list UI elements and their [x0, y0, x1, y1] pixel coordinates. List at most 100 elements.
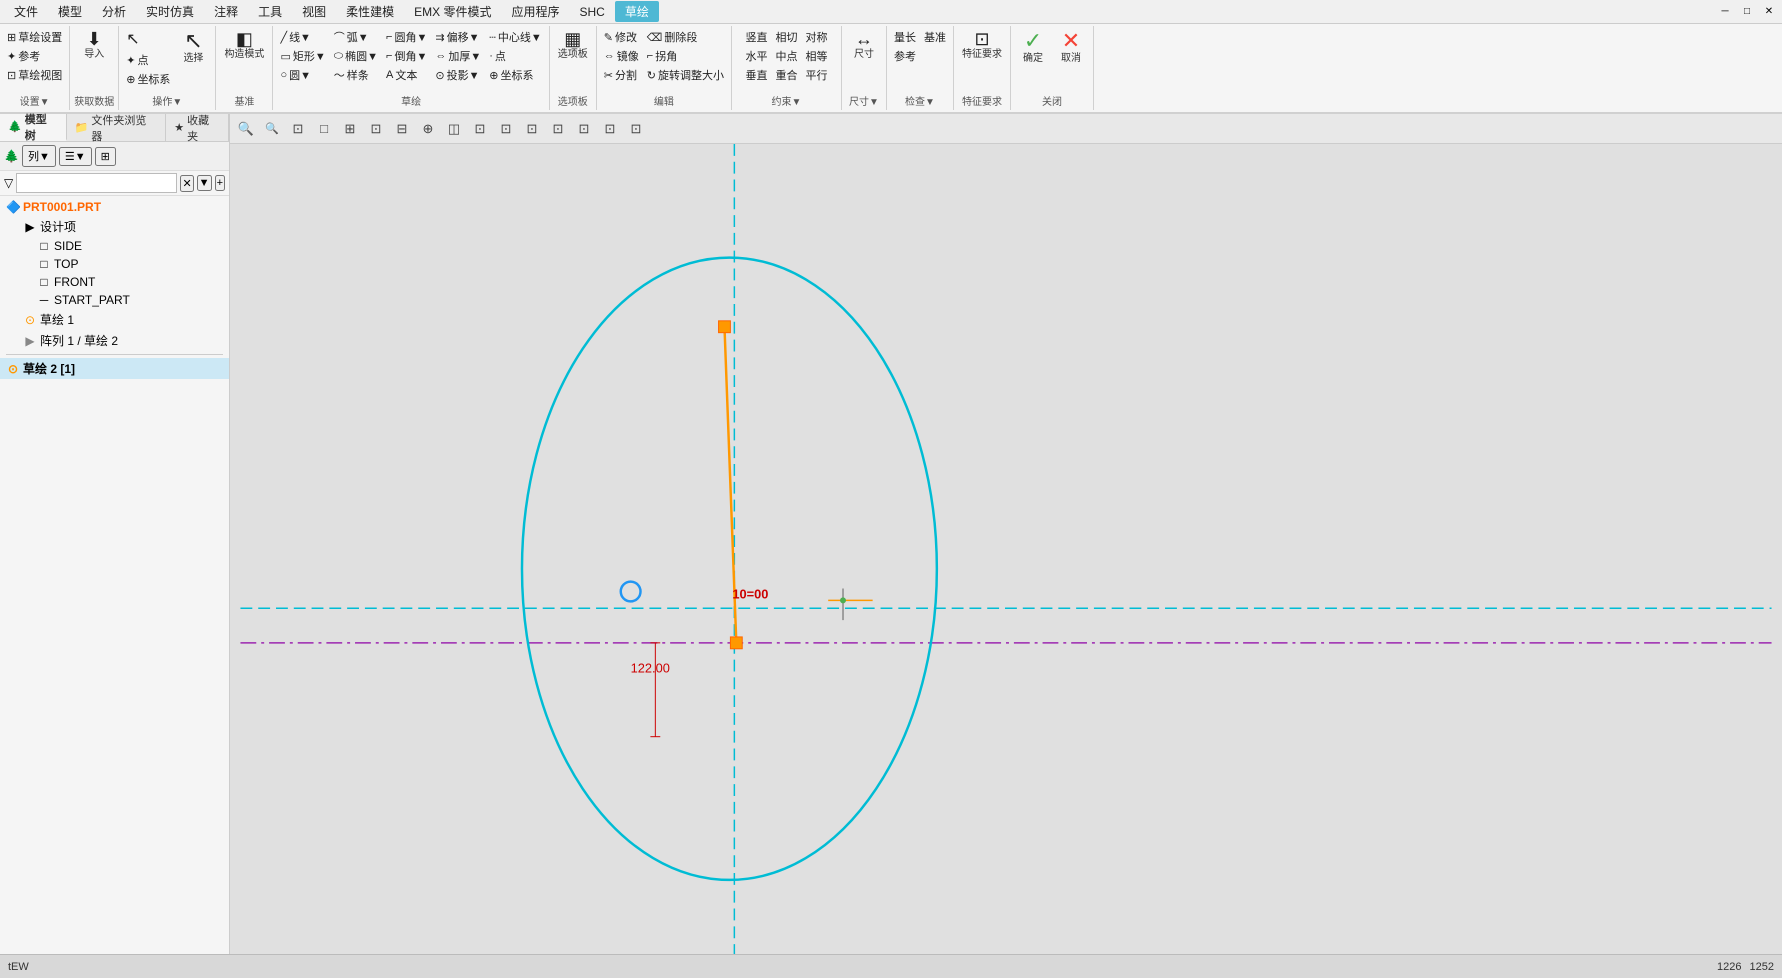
maximize-button[interactable]: □	[1738, 3, 1756, 21]
zoom-out-button[interactable]: 🔍	[260, 118, 284, 140]
btn-reference[interactable]: ✦ 参考	[4, 47, 65, 65]
btn-offset[interactable]: ⇉ 偏移▼	[432, 28, 484, 46]
tree-item-prt[interactable]: 🔷 PRT0001.PRT	[0, 198, 229, 216]
btn-sketch-settings[interactable]: ⊞ 草绘设置	[4, 28, 65, 46]
btn-point2[interactable]: · 点	[486, 47, 545, 65]
btn-select[interactable]: ↖ 选择	[175, 28, 211, 67]
menu-tools[interactable]: 工具	[248, 1, 292, 22]
btn-measure-length[interactable]: 量长	[891, 28, 919, 46]
view9-button[interactable]: ⊡	[494, 118, 518, 140]
btn-vertical[interactable]: 竖直	[742, 28, 770, 46]
btn-horizontal[interactable]: 水平	[742, 47, 770, 65]
menu-flex[interactable]: 柔性建模	[336, 1, 404, 22]
view6-button[interactable]: ⊕	[416, 118, 440, 140]
btn-fillet[interactable]: ⌐ 圆角▼	[383, 28, 430, 46]
view14-button[interactable]: ⊡	[624, 118, 648, 140]
tab-file-browser[interactable]: 📁 文件夹浏览器	[67, 114, 167, 141]
btn-select-arrow[interactable]: ↖	[123, 28, 173, 50]
btn-mirror[interactable]: ⇔ 镜像	[601, 47, 642, 65]
btn-dimension[interactable]: ↔ 尺寸	[846, 28, 882, 63]
btn-circle[interactable]: ○ 圆▼	[277, 66, 328, 84]
btn-sketch-view[interactable]: ⊡ 草绘视图	[4, 66, 65, 84]
btn-point[interactable]: ✦ 点	[123, 51, 173, 69]
menu-simulation[interactable]: 实时仿真	[136, 1, 204, 22]
menu-analysis[interactable]: 分析	[92, 1, 136, 22]
btn-import[interactable]: ⬇ 导入	[76, 28, 112, 63]
btn-symmetric[interactable]: 对称	[802, 28, 830, 46]
tree-expand-button[interactable]: ⊞	[95, 147, 116, 166]
tree-item-sketch2[interactable]: ⊙ 草绘 2 [1]	[0, 358, 229, 379]
tree-view-button[interactable]: ☰▼	[59, 147, 92, 166]
view12-button[interactable]: ⊡	[572, 118, 596, 140]
btn-cancel[interactable]: ✕ 取消	[1053, 28, 1089, 67]
menu-apps[interactable]: 应用程序	[501, 1, 569, 22]
btn-chamfer[interactable]: ⌐ 倒角▼	[383, 47, 430, 65]
view13-button[interactable]: ⊡	[598, 118, 622, 140]
tree-item-side[interactable]: □ SIDE	[0, 237, 229, 255]
view4-button[interactable]: ⊡	[364, 118, 388, 140]
filter-add-button[interactable]: ▼	[197, 175, 212, 191]
view8-button[interactable]: ⊡	[468, 118, 492, 140]
btn-perpendicular[interactable]: 垂直	[742, 66, 770, 84]
tree-item-top[interactable]: □ TOP	[0, 255, 229, 273]
btn-rotate-resize[interactable]: ↻ 旋转调整大小	[644, 66, 727, 84]
btn-reference2[interactable]: 参考	[891, 47, 919, 65]
btn-confirm[interactable]: ✓ 确定	[1015, 28, 1051, 67]
btn-parallel[interactable]: 平行	[802, 66, 830, 84]
btn-datum2[interactable]: 基准	[921, 28, 949, 46]
tree-item-array[interactable]: ▶ 阵列 1 / 草绘 2	[0, 330, 229, 351]
view3-button[interactable]: ⊞	[338, 118, 362, 140]
btn-feature-requirements[interactable]: ⊡ 特征要求	[958, 28, 1006, 63]
view10-button[interactable]: ⊡	[520, 118, 544, 140]
menu-view[interactable]: 视图	[292, 1, 336, 22]
menu-annotation[interactable]: 注释	[204, 1, 248, 22]
btn-tangent[interactable]: 相切	[772, 28, 800, 46]
btn-equal[interactable]: 相等	[802, 47, 830, 65]
tab-model-tree[interactable]: 🌲 模型树	[0, 114, 67, 141]
tree-item-sketch1[interactable]: ⊙ 草绘 1	[0, 309, 229, 330]
btn-coincident[interactable]: 重合	[772, 66, 800, 84]
btn-split[interactable]: ✂ 分割	[601, 66, 642, 84]
canvas[interactable]: 10=00 122.00	[230, 144, 1782, 954]
menu-model[interactable]: 模型	[48, 1, 92, 22]
filter-clear-button[interactable]: ✕	[180, 175, 193, 192]
btn-spline[interactable]: 〜 样条	[331, 66, 381, 84]
menu-file[interactable]: 文件	[4, 1, 48, 22]
btn-coord2[interactable]: ⊕ 坐标系	[486, 66, 545, 84]
tree-item-design[interactable]: ▶ 设计项	[0, 216, 229, 237]
tree-sort-button[interactable]: 列▼	[22, 145, 56, 167]
menu-shc[interactable]: SHC	[569, 3, 614, 21]
frame-button[interactable]: □	[312, 118, 336, 140]
filter-input[interactable]	[16, 173, 177, 193]
menu-sketch[interactable]: 草绘	[615, 1, 659, 22]
btn-centerline[interactable]: ┄ 中心线▼	[486, 28, 545, 46]
btn-modify[interactable]: ✎ 修改	[601, 28, 642, 46]
minimize-button[interactable]: ─	[1716, 3, 1734, 21]
point-bottom[interactable]	[730, 637, 742, 649]
close-button[interactable]: ✕	[1760, 3, 1778, 21]
point-top[interactable]	[719, 321, 731, 333]
fit-view-button[interactable]: ⊡	[286, 118, 310, 140]
zoom-in-button[interactable]: 🔍	[234, 118, 258, 140]
btn-thicken[interactable]: ⇔ 加厚▼	[432, 47, 484, 65]
tab-favorites[interactable]: ★ 收藏夹	[166, 114, 229, 141]
btn-ellipse[interactable]: ⬭ 椭圆▼	[331, 47, 381, 65]
view7-button[interactable]: ◫	[442, 118, 466, 140]
btn-rectangle[interactable]: ▭ 矩形▼	[277, 47, 328, 65]
btn-line[interactable]: ╱ 线▼	[277, 28, 328, 46]
btn-palette[interactable]: ▦ 选项板	[554, 28, 592, 63]
view11-button[interactable]: ⊡	[546, 118, 570, 140]
view5-button[interactable]: ⊟	[390, 118, 414, 140]
tree-item-front[interactable]: □ FRONT	[0, 273, 229, 291]
btn-delete-segment[interactable]: ⌫ 删除段	[644, 28, 727, 46]
btn-corner[interactable]: ⌐ 拐角	[644, 47, 727, 65]
btn-text[interactable]: A 文本	[383, 66, 430, 84]
btn-project[interactable]: ⊙ 投影▼	[432, 66, 484, 84]
btn-midpoint[interactable]: 中点	[772, 47, 800, 65]
filter-plus-button[interactable]: +	[215, 175, 225, 191]
btn-coordinate[interactable]: ⊕ 坐标系	[123, 70, 173, 88]
menu-emx[interactable]: EMX 零件模式	[404, 1, 501, 22]
btn-construction-mode[interactable]: ◧ 构造模式	[220, 28, 268, 63]
tree-item-startpart[interactable]: ─ START_PART	[0, 291, 229, 309]
btn-arc[interactable]: ⌒ 弧▼	[331, 28, 381, 46]
